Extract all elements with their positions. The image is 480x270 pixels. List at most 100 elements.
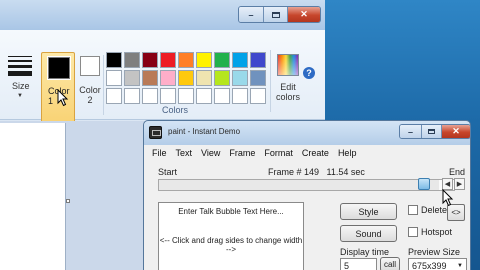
- end-label: End: [449, 167, 466, 177]
- palette-color-swatch[interactable]: [214, 88, 230, 104]
- palette-color-swatch[interactable]: [124, 52, 140, 68]
- palette-color-swatch[interactable]: [178, 88, 194, 104]
- chevron-down-icon: ▼: [17, 93, 23, 99]
- mouse-pointer-icon: [442, 189, 454, 207]
- palette-color-swatch[interactable]: [232, 88, 248, 104]
- palette-color-swatch[interactable]: [250, 52, 266, 68]
- palette-color-swatch[interactable]: [178, 70, 194, 86]
- display-time-input[interactable]: 5: [340, 258, 377, 270]
- color2-swatch: [80, 56, 100, 76]
- close-icon: ✕: [300, 9, 308, 19]
- paint-maximize-button[interactable]: [264, 7, 288, 22]
- size-button[interactable]: Size ▼: [2, 50, 36, 120]
- palette-color-swatch[interactable]: [178, 52, 194, 68]
- call-button[interactable]: call: [380, 257, 400, 270]
- bubble-text-hint: <-- Click and drag sides to change width…: [159, 236, 303, 254]
- demo-window-title: paint - Instant Demo: [168, 127, 241, 136]
- paint-ribbon: ? Size ▼ Color 1 Color 2 Colors Edit c: [0, 30, 325, 135]
- size-label: Size: [12, 81, 30, 91]
- menu-item-create[interactable]: Create: [302, 148, 329, 158]
- bubble-text-input[interactable]: Enter Talk Bubble Text Here... <-- Click…: [158, 202, 304, 270]
- colors-group-label: Colors: [162, 105, 189, 115]
- display-time-label: Display time: [340, 247, 390, 257]
- delete-checkbox[interactable]: [408, 205, 418, 215]
- preview-size-label: Preview Size: [408, 247, 461, 257]
- palette-color-swatch[interactable]: [214, 52, 230, 68]
- color2-button[interactable]: Color 2: [79, 52, 102, 112]
- ribbon-divider: [270, 50, 271, 112]
- palette-color-swatch[interactable]: [106, 88, 122, 104]
- palette-color-swatch[interactable]: [250, 88, 266, 104]
- palette-color-swatch[interactable]: [232, 70, 248, 86]
- menu-item-format[interactable]: Format: [264, 148, 293, 158]
- chevron-left-icon: ◀: [444, 181, 451, 188]
- palette-color-swatch[interactable]: [214, 70, 230, 86]
- instant-demo-window: paint - Instant Demo – ✕ File Text View Fra…: [143, 120, 471, 270]
- demo-minimize-button[interactable]: –: [400, 125, 422, 138]
- minimize-icon: –: [407, 126, 413, 137]
- bubble-text-prompt: Enter Talk Bubble Text Here...: [178, 207, 284, 216]
- frame-slider-fill: [159, 180, 440, 190]
- palette-color-swatch[interactable]: [160, 52, 176, 68]
- mouse-pointer-icon: [57, 89, 69, 107]
- line-size-icon: [8, 56, 32, 79]
- start-label: Start: [158, 167, 178, 177]
- color2-label: Color 2: [79, 85, 101, 105]
- palette-color-swatch[interactable]: [196, 52, 212, 68]
- menu-item-frame[interactable]: Frame: [229, 148, 255, 158]
- demo-body: Start Frame # 149 11.54 sec End ◀ ▶ Ente…: [144, 161, 470, 270]
- frame-slider-thumb[interactable]: [418, 178, 430, 190]
- palette-color-swatch[interactable]: [250, 70, 266, 86]
- frame-info: Frame # 149 11.54 sec: [268, 167, 365, 177]
- color-spectrum-icon: [277, 54, 299, 76]
- palette-color-swatch[interactable]: [106, 52, 122, 68]
- canvas-resize-handle[interactable]: [66, 199, 70, 203]
- demo-titlebar: paint - Instant Demo – ✕: [144, 121, 471, 145]
- palette-color-swatch[interactable]: [196, 88, 212, 104]
- minimize-icon: –: [248, 9, 254, 20]
- demo-close-button[interactable]: ✕: [442, 125, 470, 138]
- demo-window-controls: – ✕: [399, 124, 471, 139]
- sound-button[interactable]: Sound: [340, 225, 397, 242]
- menu-item-view[interactable]: View: [201, 148, 220, 158]
- paint-close-button[interactable]: ✕: [288, 7, 320, 22]
- frame-slider[interactable]: [158, 179, 455, 191]
- preview-size-value: 675x399: [412, 260, 447, 270]
- preview-size-select[interactable]: 675x399 ▼: [408, 258, 467, 270]
- menu-item-text[interactable]: Text: [176, 148, 193, 158]
- chevron-right-icon: ▶: [456, 181, 463, 188]
- hotspot-checkbox[interactable]: [408, 227, 418, 237]
- paint-window-controls: – ✕: [238, 6, 321, 23]
- palette-color-swatch[interactable]: [142, 88, 158, 104]
- palette-color-swatch[interactable]: [124, 70, 140, 86]
- app-icon: [149, 126, 162, 139]
- palette-color-swatch[interactable]: [196, 70, 212, 86]
- style-button[interactable]: Style: [340, 203, 397, 220]
- color1-swatch: [47, 56, 71, 80]
- menu-item-file[interactable]: File: [152, 148, 167, 158]
- edit-colors-label: Edit colors: [275, 82, 300, 102]
- palette-color-swatch[interactable]: [232, 52, 248, 68]
- demo-maximize-button[interactable]: [422, 125, 442, 138]
- hotspot-label: Hotspot: [421, 227, 453, 237]
- menu-item-help[interactable]: Help: [338, 148, 357, 158]
- paint-minimize-button[interactable]: –: [239, 7, 264, 22]
- palette-color-swatch[interactable]: [160, 88, 176, 104]
- maximize-icon: [271, 11, 280, 18]
- ribbon-divider: [103, 55, 104, 115]
- palette-color-swatch[interactable]: [142, 70, 158, 86]
- edit-colors-button[interactable]: Edit colors: [274, 52, 302, 112]
- palette-color-swatch[interactable]: [106, 70, 122, 86]
- help-icon[interactable]: ?: [303, 67, 315, 79]
- chevron-down-icon: ▼: [457, 262, 463, 269]
- color-palette: [106, 52, 268, 104]
- drawing-canvas[interactable]: [0, 123, 66, 270]
- palette-color-swatch[interactable]: [124, 88, 140, 104]
- demo-menubar: File Text View Frame Format Create Help: [144, 145, 470, 161]
- maximize-icon: [428, 129, 435, 134]
- palette-color-swatch[interactable]: [142, 52, 158, 68]
- next-frame-button[interactable]: ▶: [454, 178, 465, 190]
- paint-titlebar: – ✕: [0, 0, 325, 30]
- close-icon: ✕: [452, 126, 460, 136]
- palette-color-swatch[interactable]: [160, 70, 176, 86]
